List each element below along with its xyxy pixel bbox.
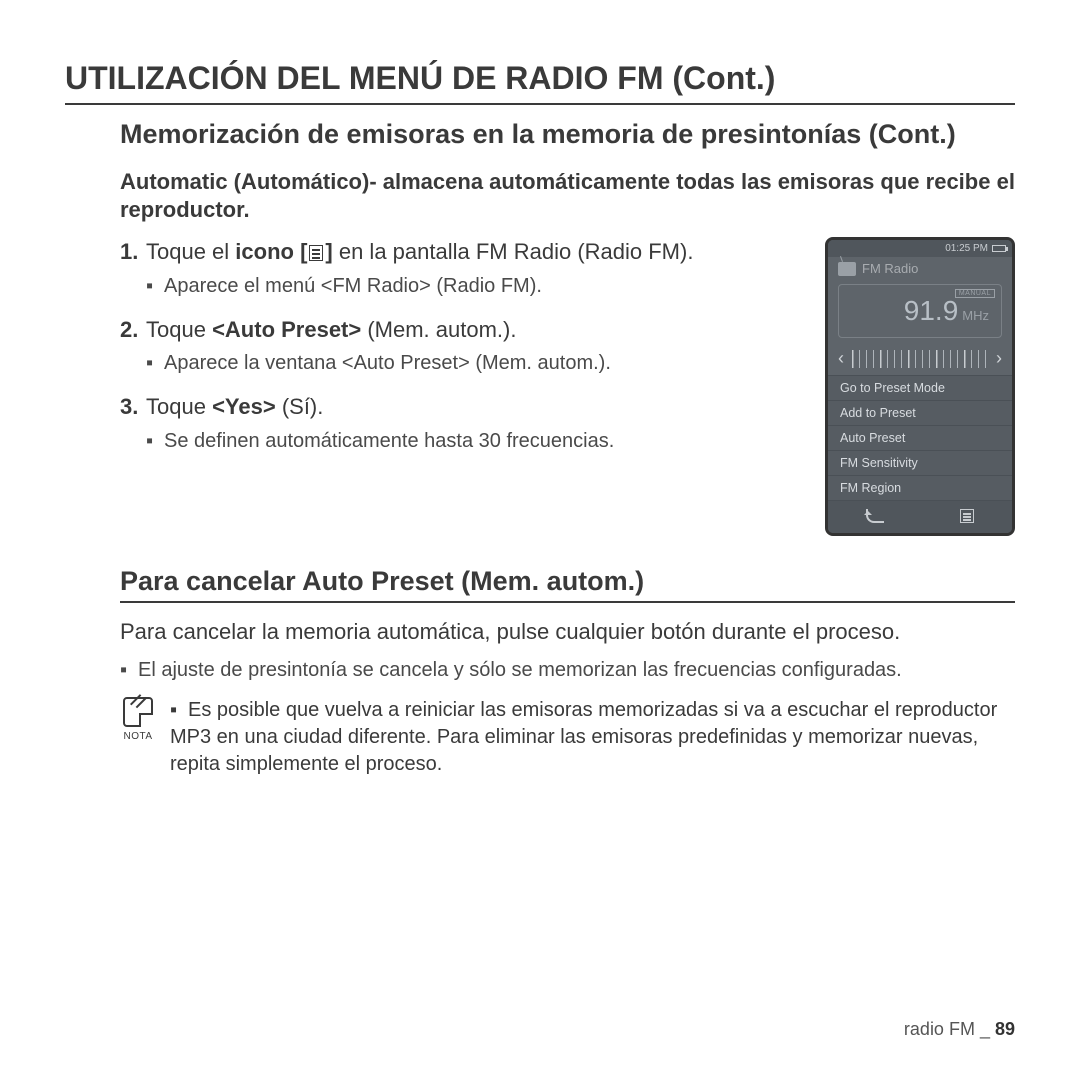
note-text: ▪Es posible que vuelva a reiniciar las e… bbox=[170, 697, 1015, 778]
step-number: 2. bbox=[120, 315, 146, 345]
device-app-title: FM Radio bbox=[828, 257, 1012, 278]
battery-icon bbox=[992, 245, 1006, 252]
step-number: 3. bbox=[120, 392, 146, 422]
text: en la pantalla FM Radio (Radio FM). bbox=[333, 239, 694, 264]
device-status-bar: 01:25 PM bbox=[828, 240, 1012, 257]
radio-icon bbox=[838, 262, 856, 276]
chevron-left-icon[interactable]: ‹ bbox=[838, 348, 844, 369]
text: Toque bbox=[146, 394, 212, 419]
page-footer: radio FM _ 89 bbox=[904, 1019, 1015, 1040]
text: FM Radio bbox=[862, 261, 918, 276]
manual-page: UTILIZACIÓN DEL MENÚ DE RADIO FM (Cont.)… bbox=[0, 0, 1080, 1080]
menu-item-add-preset[interactable]: Add to Preset bbox=[828, 401, 1012, 426]
menu-item-preset-mode[interactable]: Go to Preset Mode bbox=[828, 376, 1012, 401]
step-body: Toque <Auto Preset> (Mem. autom.). bbox=[146, 315, 805, 345]
menu-item-fm-region[interactable]: FM Region bbox=[828, 476, 1012, 501]
chevron-right-icon[interactable]: › bbox=[996, 348, 1002, 369]
frequency-unit: MHz bbox=[962, 308, 989, 323]
back-icon[interactable] bbox=[866, 509, 884, 523]
page-number: 89 bbox=[995, 1019, 1015, 1039]
text: El ajuste de presintonía se cancela y só… bbox=[138, 657, 902, 683]
text: Aparece la ventana <Auto Preset> (Mem. a… bbox=[164, 350, 611, 376]
cancel-subparagraph: ▪ El ajuste de presintonía se cancela y … bbox=[120, 657, 1015, 683]
bullet-icon: ▪ bbox=[146, 428, 164, 454]
bullet-icon: ▪ bbox=[170, 697, 188, 724]
note-icon bbox=[123, 697, 153, 727]
cancel-heading: Para cancelar Auto Preset (Mem. autom.) bbox=[120, 566, 1015, 603]
step-3-sub: ▪ Se deﬁnen automáticamente hasta 30 fre… bbox=[146, 428, 805, 454]
step-2: 2. Toque <Auto Preset> (Mem. autom.). bbox=[120, 315, 805, 345]
device-bottom-bar bbox=[828, 501, 1012, 533]
frequency-value: 91.9 bbox=[904, 295, 959, 326]
text: Toque el bbox=[146, 239, 235, 264]
bullet-icon: ▪ bbox=[120, 657, 138, 683]
text: Se deﬁnen automáticamente hasta 30 frecu… bbox=[164, 428, 614, 454]
steps-column: 1. Toque el icono [] en la pantalla FM R… bbox=[120, 237, 805, 536]
device-menu: Go to Preset Mode Add to Preset Auto Pre… bbox=[828, 375, 1012, 501]
bold-text: icono [ bbox=[235, 239, 307, 264]
mode-tag: MANUAL bbox=[955, 289, 995, 298]
bullet-icon: ▪ bbox=[146, 350, 164, 376]
note-icon-column: NOTA bbox=[120, 697, 156, 778]
text: (Sí). bbox=[276, 394, 324, 419]
step-1-sub: ▪ Aparece el menú <FM Radio> (Radio FM). bbox=[146, 273, 805, 299]
step-body: Toque <Yes> (Sí). bbox=[146, 392, 805, 422]
note-row: NOTA ▪Es posible que vuelva a reiniciar … bbox=[120, 697, 1015, 778]
text: Toque bbox=[146, 317, 212, 342]
step-body: Toque el icono [] en la pantalla FM Radi… bbox=[146, 237, 805, 267]
cancel-paragraph: Para cancelar la memoria automática, pul… bbox=[120, 617, 1015, 647]
list-icon[interactable] bbox=[960, 509, 974, 523]
subheading: Memorización de emisoras en la memoria d… bbox=[120, 119, 1015, 150]
step-3: 3. Toque <Yes> (Sí). bbox=[120, 392, 805, 422]
footer-section: radio FM _ bbox=[904, 1019, 990, 1039]
device-time: 01:25 PM bbox=[945, 243, 988, 254]
page-title: UTILIZACIÓN DEL MENÚ DE RADIO FM (Cont.) bbox=[65, 60, 1015, 105]
menu-icon bbox=[309, 245, 323, 261]
menu-item-auto-preset[interactable]: Auto Preset bbox=[828, 426, 1012, 451]
step-2-sub: ▪ Aparece la ventana <Auto Preset> (Mem.… bbox=[146, 350, 805, 376]
bold-text: <Yes> bbox=[212, 394, 276, 419]
content-row: 1. Toque el icono [] en la pantalla FM R… bbox=[120, 237, 1015, 536]
bullet-icon: ▪ bbox=[146, 273, 164, 299]
step-1: 1. Toque el icono [] en la pantalla FM R… bbox=[120, 237, 805, 267]
intro-paragraph: Automatic (Automático)- almacena automát… bbox=[120, 168, 1015, 223]
device-screenshot: 01:25 PM FM Radio MANUAL 91.9MHz ‹ › Go … bbox=[825, 237, 1015, 536]
step-number: 1. bbox=[120, 237, 146, 267]
frequency-display: MANUAL 91.9MHz bbox=[838, 284, 1002, 338]
bold-text: <Auto Preset> bbox=[212, 317, 361, 342]
text: Es posible que vuelva a reiniciar las em… bbox=[170, 699, 997, 775]
tuner-ticks bbox=[852, 350, 988, 368]
text: (Mem. autom.). bbox=[361, 317, 516, 342]
nota-label: NOTA bbox=[123, 730, 152, 744]
tuner-bar: ‹ › bbox=[828, 344, 1012, 375]
text: Aparece el menú <FM Radio> (Radio FM). bbox=[164, 273, 542, 299]
menu-item-fm-sensitivity[interactable]: FM Sensitivity bbox=[828, 451, 1012, 476]
bold-text: ] bbox=[325, 239, 332, 264]
